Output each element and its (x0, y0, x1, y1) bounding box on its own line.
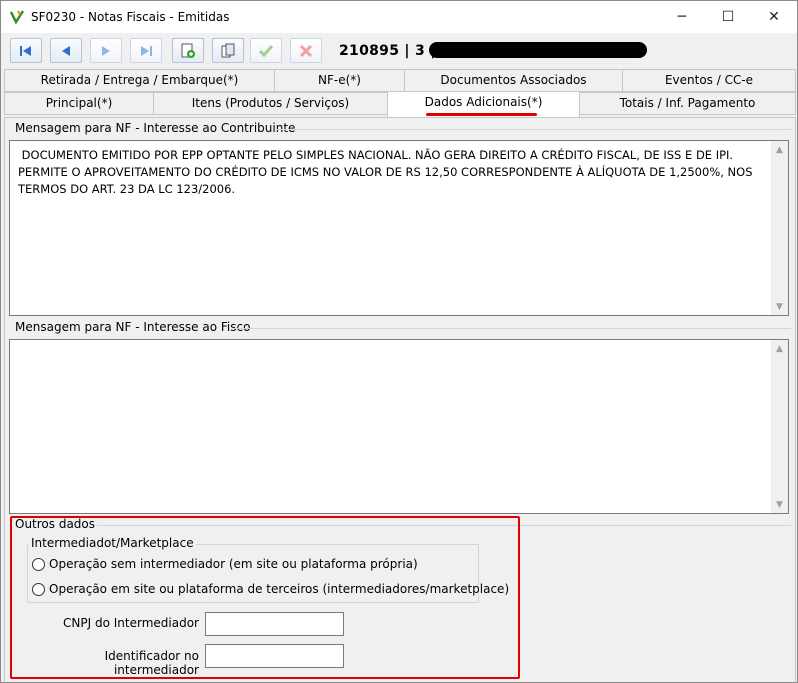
contribuinte-textarea[interactable]: DOCUMENTO EMITIDO POR EPP OPTANTE PELO S… (9, 140, 789, 316)
tab-principal[interactable]: Principal(*) (4, 92, 154, 115)
close-button[interactable]: ✕ (751, 1, 797, 33)
previous-record-button[interactable] (50, 38, 82, 63)
window-title: SF0230 - Notas Fiscais - Emitidas (31, 10, 230, 24)
tab-documentos-associados[interactable]: Documentos Associados (404, 69, 623, 92)
next-record-button[interactable] (90, 38, 122, 63)
highlight-annotation (10, 516, 520, 679)
contribuinte-label: Mensagem para NF - Interesse ao Contribu… (13, 121, 298, 135)
fisco-label: Mensagem para NF - Interesse ao Fisco (13, 320, 253, 334)
scroll-up-icon[interactable]: ▲ (771, 141, 788, 158)
copy-record-icon (221, 43, 235, 57)
previous-record-icon (62, 45, 70, 56)
scroll-up-icon[interactable]: ▲ (771, 340, 788, 357)
contribuinte-divider (276, 129, 791, 130)
redacted-info (429, 42, 647, 58)
title-bar: SF0230 - Notas Fiscais - Emitidas ─ ☐ ✕ (1, 1, 797, 33)
fisco-divider (233, 328, 791, 329)
active-tab-underline (426, 113, 537, 116)
first-record-icon (20, 45, 31, 56)
scroll-down-icon[interactable]: ▼ (771, 298, 788, 315)
scroll-down-icon[interactable]: ▼ (771, 496, 788, 513)
fisco-textarea[interactable]: ▲ ▼ (9, 339, 789, 514)
contribuinte-scrollbar[interactable]: ▲ ▼ (771, 141, 788, 315)
maximize-button[interactable]: ☐ (705, 1, 751, 33)
confirm-icon (258, 44, 274, 57)
tab-nfe[interactable]: NF-e(*) (274, 69, 405, 92)
new-record-button[interactable] (172, 38, 204, 63)
confirm-button[interactable] (250, 38, 282, 63)
contribuinte-text: DOCUMENTO EMITIDO POR EPP OPTANTE PELO S… (18, 148, 753, 196)
cancel-icon (299, 44, 313, 57)
cancel-button[interactable] (290, 38, 322, 63)
tab-eventos[interactable]: Eventos / CC-e (622, 69, 796, 92)
tab-itens[interactable]: Itens (Produtos / Serviços) (153, 92, 388, 115)
toolbar: 210895 | 3 | (1, 34, 797, 68)
app-window: SF0230 - Notas Fiscais - Emitidas ─ ☐ ✕ (0, 0, 798, 683)
new-record-icon (181, 43, 195, 58)
fisco-scrollbar[interactable]: ▲ ▼ (771, 340, 788, 513)
last-record-icon (141, 45, 152, 56)
tab-strip: Retirada / Entrega / Embarque(*) NF-e(*)… (1, 69, 797, 117)
app-logo-icon (9, 10, 25, 25)
tab-totais[interactable]: Totais / Inf. Pagamento (579, 92, 796, 115)
minimize-button[interactable]: ─ (659, 1, 705, 33)
last-record-button[interactable] (130, 38, 162, 63)
copy-record-button[interactable] (212, 38, 244, 63)
tab-retirada-entrega[interactable]: Retirada / Entrega / Embarque(*) (4, 69, 275, 92)
first-record-button[interactable] (10, 38, 42, 63)
next-record-icon (102, 45, 110, 56)
record-id: 210895 | 3 | (339, 43, 436, 59)
